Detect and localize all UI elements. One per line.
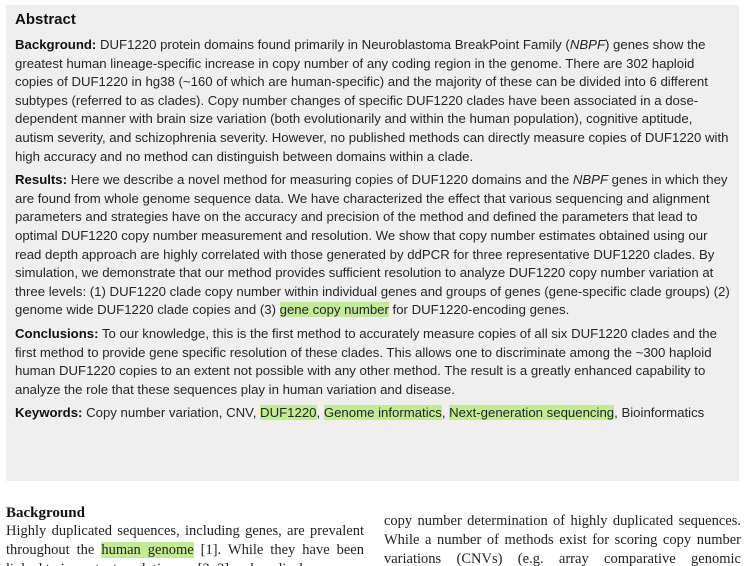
results-label: Results: bbox=[15, 172, 68, 188]
conclusions-label: Conclusions: bbox=[15, 325, 99, 341]
keywords-text-2: , Bioinformatics bbox=[614, 405, 705, 421]
right-column: copy number determination of highly dupl… bbox=[384, 512, 741, 566]
abstract-box: Abstract Background: DUF1220 protein dom… bbox=[6, 5, 739, 481]
background-heading: Background bbox=[6, 505, 85, 521]
body-section: Background Highly duplicated sequences, … bbox=[6, 504, 741, 566]
keywords-label: Keywords: bbox=[15, 405, 83, 421]
background-italic: NBPF bbox=[569, 37, 605, 52]
results-italic: NBPF bbox=[572, 172, 608, 188]
keywords-text-1: Copy number variation, CNV, bbox=[82, 405, 261, 421]
right-column-text: copy number determination of highly dupl… bbox=[384, 513, 741, 566]
abstract-conclusions: Conclusions: To our knowledge, this is t… bbox=[15, 325, 730, 399]
keyword-genome-informatics-link[interactable]: Genome informatics bbox=[323, 405, 442, 421]
background-text-2: ) genes show the greatest human lineage-… bbox=[15, 37, 729, 164]
abstract-keywords: Keywords: Copy number variation, CNV, DU… bbox=[15, 404, 730, 423]
abstract-title: Abstract bbox=[15, 11, 76, 28]
results-text-1: Here we describe a novel method for meas… bbox=[67, 172, 573, 188]
keyword-ngs-link[interactable]: Next-generation sequencing bbox=[449, 405, 615, 421]
keyword-duf1220-link[interactable]: DUF1220 bbox=[260, 405, 317, 421]
results-text-2: genes in which they are found from whole… bbox=[15, 172, 730, 318]
background-label: Background: bbox=[15, 37, 97, 52]
left-column: Background Highly duplicated sequences, … bbox=[6, 504, 364, 566]
abstract-results: Results: Here we describe a novel method… bbox=[15, 171, 730, 320]
abstract-background: Background: DUF1220 protein domains foun… bbox=[15, 36, 730, 166]
keywords-sep-1: , bbox=[316, 405, 324, 421]
conclusions-text: To our knowledge, this is the first meth… bbox=[15, 325, 717, 397]
background-text-1: DUF1220 protein domains found primarily … bbox=[96, 37, 570, 52]
results-text-3: for DUF1220-encoding genes. bbox=[388, 302, 570, 318]
left-column-text: Highly duplicated sequences, including g… bbox=[6, 522, 364, 566]
gene-copy-number-link[interactable]: gene copy number bbox=[279, 302, 389, 318]
human-genome-link[interactable]: human genome bbox=[101, 542, 194, 558]
